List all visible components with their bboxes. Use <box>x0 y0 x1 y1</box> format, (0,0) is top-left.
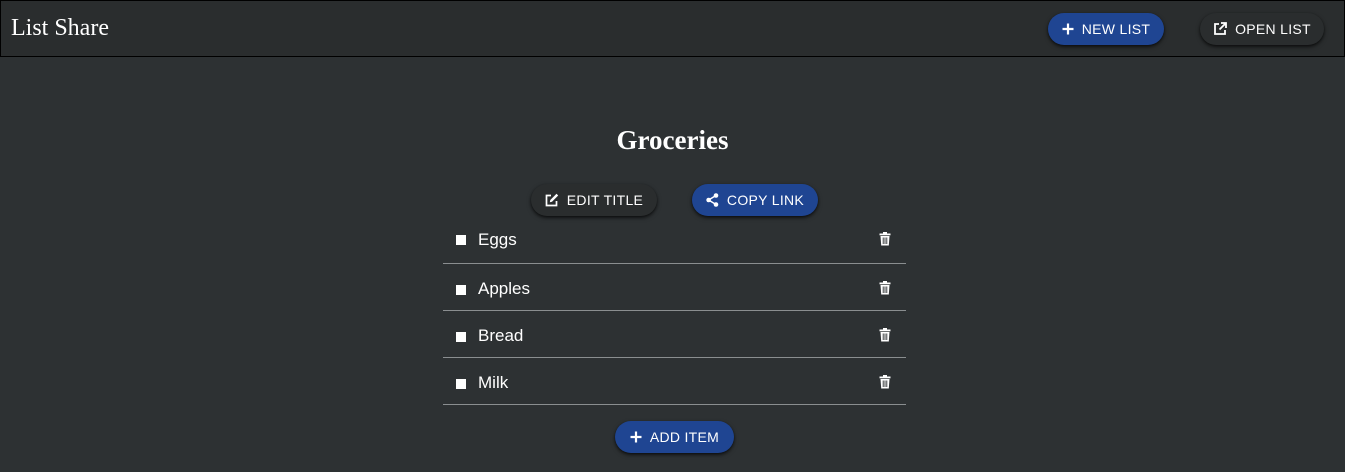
list-item: Bread <box>443 311 906 358</box>
new-list-label: NEW LIST <box>1081 21 1151 37</box>
trash-icon[interactable] <box>879 375 891 389</box>
trash-icon[interactable] <box>879 328 891 342</box>
item-checkbox[interactable] <box>456 332 466 342</box>
external-link-icon <box>1213 22 1227 36</box>
item-checkbox[interactable] <box>456 235 466 245</box>
item-label: Apples <box>478 279 530 298</box>
add-item-label: ADD ITEM <box>649 429 720 445</box>
item-label: Milk <box>478 373 509 392</box>
open-list-label: OPEN LIST <box>1235 21 1311 37</box>
list-item: Apples <box>443 264 906 311</box>
plus-icon <box>630 431 642 443</box>
item-checkbox[interactable] <box>456 285 466 295</box>
add-item-button[interactable]: ADD ITEM <box>615 421 734 453</box>
list-title: Groceries <box>616 125 729 155</box>
list-item: Eggs <box>443 217 906 264</box>
app-bar: List Share NEW LIST OPEN LIST <box>0 0 1345 57</box>
copy-link-button[interactable]: COPY LINK <box>692 184 818 216</box>
item-checkbox[interactable] <box>456 379 466 389</box>
share-icon <box>706 193 719 207</box>
trash-icon[interactable] <box>879 281 891 295</box>
trash-icon[interactable] <box>879 232 891 246</box>
edit-title-button[interactable]: EDIT TITLE <box>531 184 657 216</box>
open-list-button[interactable]: OPEN LIST <box>1200 13 1324 45</box>
plus-icon <box>1062 23 1074 35</box>
item-list: Eggs Apples Bread Milk <box>443 217 906 405</box>
list-item: Milk <box>443 358 906 405</box>
item-label: Eggs <box>478 230 517 249</box>
new-list-button[interactable]: NEW LIST <box>1048 13 1164 45</box>
item-label: Bread <box>478 326 524 345</box>
edit-title-label: EDIT TITLE <box>566 192 644 208</box>
copy-link-label: COPY LINK <box>726 192 805 208</box>
edit-icon <box>545 193 559 207</box>
app-title: List Share <box>11 15 109 41</box>
